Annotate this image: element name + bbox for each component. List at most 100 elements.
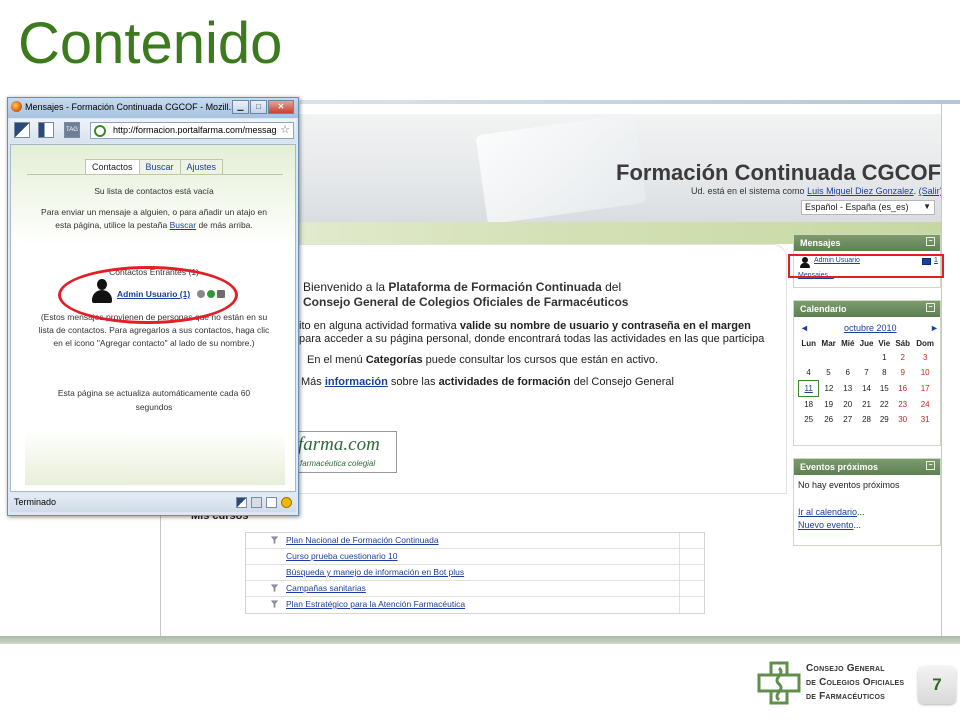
calendar-day[interactable]: 16 bbox=[893, 381, 913, 397]
calendar-day bbox=[857, 350, 876, 365]
calendar-day bbox=[819, 350, 839, 365]
popup-titlebar[interactable]: Mensajes - Formación Continuada CGCOF - … bbox=[8, 98, 298, 118]
calendar-day[interactable]: 21 bbox=[857, 397, 876, 413]
chevron-down-icon: ▼ bbox=[923, 202, 931, 211]
intro-bold: valide su nombre de usuario y contraseña… bbox=[459, 320, 751, 332]
course-icon bbox=[270, 600, 279, 608]
calendar-day[interactable]: 18 bbox=[799, 397, 819, 413]
calendar-day[interactable]: 13 bbox=[839, 381, 857, 397]
events-header: Eventos próximos − bbox=[794, 459, 940, 475]
refresh-line-1: Esta página se actualiza automáticamente… bbox=[57, 388, 251, 398]
minimize-button[interactable]: ▁ bbox=[232, 100, 249, 114]
calendar-day[interactable]: 9 bbox=[893, 365, 913, 381]
status-bar: Terminado bbox=[10, 494, 296, 512]
login-prefix: Ud. está en el sistema como bbox=[691, 186, 805, 196]
course-row: Campañas sanitarias bbox=[246, 581, 704, 597]
more-info-line: Más información sobre las actividades de… bbox=[301, 376, 674, 388]
calendar-day[interactable]: 2 bbox=[893, 350, 913, 365]
close-button[interactable]: ✕ bbox=[268, 100, 294, 114]
calendar-day[interactable]: 31 bbox=[913, 412, 938, 427]
calendar-day[interactable]: 11 bbox=[797, 380, 820, 397]
calendar-day[interactable]: 29 bbox=[876, 412, 892, 427]
calendar-day[interactable]: 26 bbox=[819, 412, 839, 427]
course-link[interactable]: Curso prueba cuestionario 10 bbox=[286, 549, 398, 564]
calendar-day[interactable]: 5 bbox=[819, 365, 839, 381]
logo-text: farma.com bbox=[298, 434, 380, 455]
table-divider bbox=[679, 549, 680, 564]
calendar-day[interactable]: 3 bbox=[913, 350, 938, 365]
tab-contactos[interactable]: Contactos bbox=[85, 159, 140, 174]
calendar-day[interactable]: 19 bbox=[819, 397, 839, 413]
course-row: Curso prueba cuestionario 10 bbox=[246, 549, 704, 565]
calendar-day[interactable]: 8 bbox=[876, 365, 892, 381]
language-select[interactable]: Español - España (es_es) ▼ bbox=[801, 200, 935, 215]
calendar-day[interactable]: 23 bbox=[893, 397, 913, 413]
url-text: http://formacion.portalfarma.com/messag bbox=[113, 125, 277, 135]
popup-tabs: Contactos Buscar Ajustes bbox=[85, 159, 224, 174]
login-user-link[interactable]: Luis Miguel Diez Gonzalez bbox=[807, 186, 914, 196]
page-icon[interactable] bbox=[266, 497, 277, 508]
tab-ajustes[interactable]: Ajustes bbox=[179, 159, 224, 174]
calendar-month-link[interactable]: octubre 2010 bbox=[844, 323, 897, 333]
calendar-day[interactable]: 28 bbox=[857, 412, 876, 427]
maximize-button[interactable]: □ bbox=[250, 100, 267, 114]
calendar-day[interactable]: 17 bbox=[913, 381, 938, 397]
calendar-day[interactable]: 22 bbox=[876, 397, 892, 413]
calendar-prev-icon[interactable]: ◄ bbox=[800, 323, 809, 333]
info-link[interactable]: información bbox=[325, 376, 388, 388]
collapse-icon[interactable]: − bbox=[926, 461, 935, 470]
url-bar[interactable]: http://formacion.portalfarma.com/messag … bbox=[90, 122, 294, 139]
org-name-line-3: de Farmacéuticos bbox=[806, 691, 885, 702]
calendar-day[interactable]: 14 bbox=[857, 381, 876, 397]
menu-text-end: puede consultar los cursos que están en … bbox=[425, 354, 659, 366]
popup-title: Mensajes - Formación Continuada CGCOF - … bbox=[25, 102, 237, 112]
calendar-day[interactable]: 6 bbox=[839, 365, 857, 381]
events-new-row: Nuevo evento... bbox=[798, 520, 862, 530]
logout-link[interactable]: (Salir) bbox=[919, 186, 941, 196]
welcome-text-end: del bbox=[605, 280, 622, 294]
go-to-calendar-link[interactable]: Ir al calendario bbox=[798, 507, 857, 517]
window-icon[interactable] bbox=[236, 497, 247, 508]
window-icon[interactable] bbox=[14, 122, 30, 138]
calendar-day[interactable]: 10 bbox=[913, 365, 938, 381]
search-tab-link[interactable]: Buscar bbox=[170, 220, 196, 230]
calendar-weekday: Dom bbox=[916, 339, 935, 348]
new-event-link[interactable]: Nuevo evento bbox=[798, 520, 854, 530]
calendar-grid: Lun Mar Mié Jue Vie Sáb Dom 1 2 3 4 5 6 7 8 9 10 11 12 13 1… bbox=[797, 337, 938, 427]
calendar-day[interactable]: 27 bbox=[839, 412, 857, 427]
calendar-days: 1 2 3 4 5 6 7 8 9 10 11 12 13 14 15 16 17 18 19 20 21 22 23 24 2… bbox=[797, 350, 938, 427]
course-link[interactable]: Búsqueda y manejo de información en Bot … bbox=[286, 565, 464, 580]
smiley-icon[interactable] bbox=[281, 497, 292, 508]
calendar-day[interactable]: 15 bbox=[876, 381, 892, 397]
sidebar-icon[interactable] bbox=[38, 122, 54, 138]
tab-buscar[interactable]: Buscar bbox=[138, 159, 181, 174]
instruction-line-2: esta página, utilice la pestaña Buscar d… bbox=[11, 219, 297, 232]
portalfarma-logo[interactable]: farma.com farmacéutica colegial bbox=[293, 431, 397, 473]
bookmark-star-icon[interactable]: ☆ bbox=[280, 123, 290, 136]
calendar-day[interactable]: 25 bbox=[799, 412, 819, 427]
calendar-day[interactable]: 1 bbox=[876, 350, 892, 365]
instruction-text-end: de más arriba. bbox=[198, 220, 253, 230]
course-link[interactable]: Plan Nacional de Formación Continuada bbox=[286, 533, 439, 548]
collapse-icon[interactable]: − bbox=[926, 237, 935, 246]
calendar-weekdays: Lun Mar Mié Jue Vie Sáb Dom bbox=[799, 337, 938, 350]
calendar-day[interactable]: 7 bbox=[857, 365, 876, 381]
calendar-next-icon[interactable]: ► bbox=[930, 323, 939, 333]
course-link[interactable]: Campañas sanitarias bbox=[286, 581, 366, 596]
calendar-day[interactable]: 4 bbox=[799, 365, 819, 381]
calendar-week: 11 12 13 14 15 16 17 bbox=[797, 380, 938, 397]
events-body: No hay eventos próximos Ir al calendario… bbox=[794, 475, 940, 536]
course-icon bbox=[270, 584, 279, 592]
tag-icon[interactable]: TAG bbox=[64, 122, 80, 138]
intro-line-2: para acceder a su página personal, donde… bbox=[299, 333, 765, 345]
calendar-day[interactable]: 20 bbox=[839, 397, 857, 413]
grid-icon[interactable] bbox=[251, 497, 262, 508]
table-divider bbox=[679, 597, 680, 613]
calendar-day[interactable]: 30 bbox=[893, 412, 913, 427]
course-link[interactable]: Plan Estratégico para la Atención Farmac… bbox=[286, 597, 465, 612]
collapse-icon[interactable]: − bbox=[926, 303, 935, 312]
calendar-day[interactable]: 12 bbox=[819, 381, 839, 397]
note-line-3: en el icono "Agregar contacto" al lado d… bbox=[53, 338, 255, 348]
calendar-weekday: Vie bbox=[878, 339, 891, 348]
calendar-day[interactable]: 24 bbox=[913, 397, 938, 413]
